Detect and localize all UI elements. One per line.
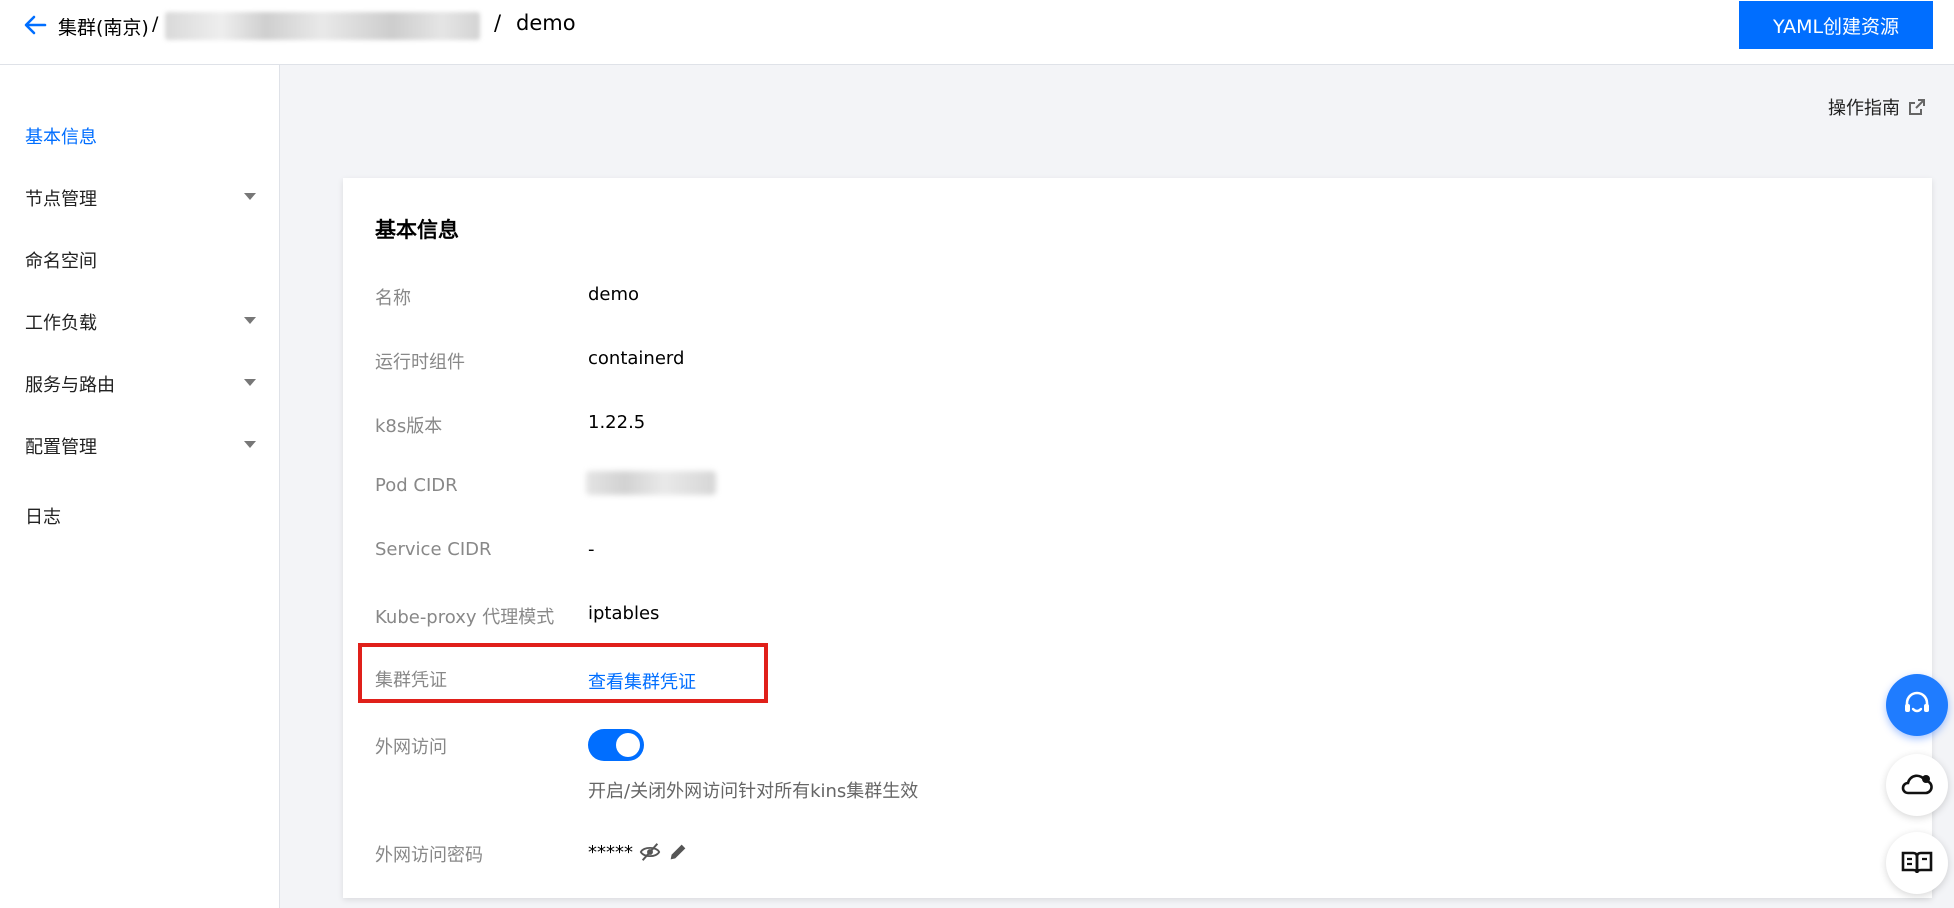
sidebar-item-workload[interactable]: 工作负载 [25,307,260,337]
field-value-k8s-version: 1.22.5 [588,412,646,433]
sidebar-item-label: 节点管理 [25,189,97,210]
field-value-kube-proxy: iptables [588,603,660,624]
caret-down-icon [244,379,256,386]
field-label-k8s-version: k8s版本 [375,416,443,437]
edit-icon[interactable] [667,841,689,863]
breadcrumb-cluster[interactable]: 集群(南京) [58,13,149,40]
top-header: 集群(南京) / / demo YAML创建资源 [0,0,1954,65]
view-credential-link[interactable]: 查看集群凭证 [588,668,696,694]
field-label-service-cidr: Service CIDR [375,539,492,560]
field-value-pod-cidr-redacted [586,471,716,495]
sidebar-item-label: 命名空间 [25,251,97,272]
field-label-name: 名称 [375,288,411,309]
field-label-credential: 集群凭证 [375,670,447,691]
field-label-pod-cidr: Pod CIDR [375,475,458,496]
operation-guide-link[interactable]: 操作指南 [1828,94,1926,120]
cloud-bell-icon [1901,774,1933,795]
field-value-runtime: containerd [588,348,685,369]
sidebar-item-namespace[interactable]: 命名空间 [25,245,260,275]
external-link-icon [1909,99,1925,115]
password-value: ***** [588,841,633,863]
sidebar-item-label: 配置管理 [25,437,97,458]
cloud-notification-button[interactable] [1886,754,1948,816]
sidebar-item-basic-info[interactable]: 基本信息 [25,121,260,151]
sidebar-item-label: 日志 [25,507,61,528]
field-label-runtime: 运行时组件 [375,352,465,373]
headset-icon [1905,691,1929,713]
public-access-toggle[interactable] [588,729,644,761]
caret-down-icon [244,193,256,200]
caret-down-icon [244,441,256,448]
sidebar: 基本信息 节点管理 命名空间 工作负载 服务与路由 配置管理 日志 [0,65,280,908]
sidebar-item-label: 服务与路由 [25,375,115,396]
public-password-row: ***** [588,841,689,863]
guide-link-label: 操作指南 [1828,98,1900,119]
sidebar-item-label: 基本信息 [25,127,97,148]
basic-info-card: 基本信息 名称 demo 运行时组件 containerd k8s版本 1.22… [343,178,1932,898]
field-label-public-access: 外网访问 [375,737,447,758]
yaml-create-button[interactable]: YAML创建资源 [1739,1,1933,49]
field-value-service-cidr: - [588,539,595,560]
caret-down-icon [244,317,256,324]
breadcrumb-redacted[interactable] [165,12,480,40]
field-label-kube-proxy: Kube-proxy 代理模式 [375,607,555,628]
documentation-button[interactable] [1886,832,1948,894]
public-access-hint: 开启/关闭外网访问针对所有kins集群生效 [588,781,919,802]
toggle-knob [616,733,640,757]
sidebar-item-config[interactable]: 配置管理 [25,431,260,461]
field-value-name: demo [588,284,640,305]
sidebar-item-node-management[interactable]: 节点管理 [25,183,260,213]
back-arrow-icon[interactable] [22,12,48,38]
card-title: 基本信息 [375,218,459,242]
breadcrumb-current: demo [516,11,576,35]
eye-off-icon[interactable] [639,841,661,863]
breadcrumb-separator: / [494,11,502,35]
breadcrumb-separator: / [152,13,159,35]
sidebar-item-logs[interactable]: 日志 [25,501,260,531]
customer-service-button[interactable] [1886,674,1948,736]
sidebar-item-label: 工作负载 [25,313,97,334]
sidebar-item-service-route[interactable]: 服务与路由 [25,369,260,399]
book-icon [1901,851,1933,874]
field-label-public-password: 外网访问密码 [375,845,483,866]
